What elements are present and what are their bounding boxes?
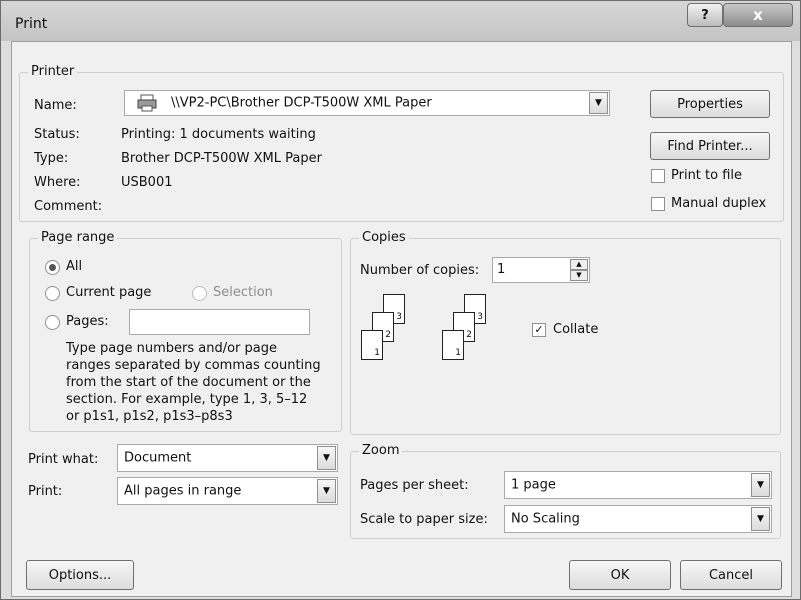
zoom-legend: Zoom [359,443,403,458]
selection-radio[interactable] [192,286,207,301]
printer-icon [137,94,157,112]
copies-spinner[interactable]: 1 ▲ ▼ [492,257,590,283]
close-button[interactable]: x [723,3,793,27]
dialog-body: Printer Name: \\VP2-PC\Brother DCP-T500W… [11,41,792,597]
print-value: All pages in range [124,483,242,499]
collate-checkbox[interactable]: ✓ [532,323,546,337]
printer-name-select[interactable]: \\VP2-PC\Brother DCP-T500W XML Paper ▼ [124,90,610,116]
current-page-radio[interactable] [45,286,60,301]
scale-to-paper-size-label: Scale to paper size: [360,512,488,527]
selection-label[interactable]: Selection [213,285,273,300]
print-select[interactable]: All pages in range ▼ [117,477,338,505]
chevron-down-icon[interactable]: ▼ [589,92,608,114]
cancel-button[interactable]: Cancel [680,560,782,590]
print-to-file-label[interactable]: Print to file [671,168,742,183]
properties-button[interactable]: Properties [650,90,770,118]
print-what-select[interactable]: Document ▼ [117,444,338,472]
pages-radio[interactable] [45,315,60,330]
print-dialog: Print ? x Printer Name: \\VP2-PC\Brother… [0,0,801,600]
dialog-title: Print [15,16,48,32]
chevron-down-icon[interactable]: ▼ [317,479,336,503]
copies-legend: Copies [359,230,409,245]
all-radio-label[interactable]: All [66,259,82,274]
type-value: Brother DCP-T500W XML Paper [121,151,322,166]
pages-per-sheet-value: 1 page [511,477,556,493]
page-range-help-text: Type page numbers and/or page ranges sep… [66,340,321,425]
title-bar[interactable]: Print ? x [1,1,800,41]
manual-duplex-checkbox[interactable] [651,197,665,211]
help-line: ranges separated by commas counting [66,358,321,373]
help-line: Type page numbers and/or page [66,341,277,356]
copies-value: 1 [497,262,506,277]
where-value: USB001 [121,175,173,190]
page-number: 3 [396,312,402,322]
printer-name-value: \\VP2-PC\Brother DCP-T500W XML Paper [171,95,432,111]
where-label: Where: [34,175,81,190]
type-label: Type: [34,151,69,166]
help-line: section. For example, type 1, 3, 5–12 [66,392,308,407]
page-number: 2 [385,330,391,340]
comment-label: Comment: [34,199,103,214]
chevron-down-icon[interactable]: ▼ [317,446,336,470]
collate-page-1: 1 [442,330,464,360]
collate-page-1: 1 [361,330,383,360]
ok-button[interactable]: OK [569,560,671,590]
pages-label[interactable]: Pages: [66,314,109,329]
help-line: from the start of the document or the [66,375,311,390]
print-what-label: Print what: [28,452,99,467]
options-button[interactable]: Options... [26,560,134,590]
page-number: 1 [374,348,380,358]
help-line: or p1s1, p1s2, p1s3–p8s3 [66,409,233,424]
print-to-file-checkbox[interactable] [651,169,665,183]
collate-label[interactable]: Collate [553,322,598,337]
name-label: Name: [34,98,77,113]
status-value: Printing: 1 documents waiting [121,127,316,142]
page-number: 3 [477,312,483,322]
spin-down-icon[interactable]: ▼ [570,270,588,281]
page-number: 1 [455,348,461,358]
chevron-down-icon[interactable]: ▼ [751,473,770,497]
status-label: Status: [34,127,80,142]
printer-legend: Printer [28,64,78,79]
chevron-down-icon[interactable]: ▼ [751,507,770,531]
find-printer-button[interactable]: Find Printer... [650,132,770,160]
pages-per-sheet-select[interactable]: 1 page ▼ [504,471,772,499]
pages-input[interactable] [129,309,310,335]
print-label: Print: [28,484,63,499]
page-number: 2 [466,330,472,340]
help-button[interactable]: ? [687,3,723,27]
number-of-copies-label: Number of copies: [360,263,480,278]
scale-to-paper-size-select[interactable]: No Scaling ▼ [504,505,772,533]
current-page-label[interactable]: Current page [66,285,151,300]
scale-to-paper-size-value: No Scaling [511,511,580,527]
pages-per-sheet-label: Pages per sheet: [360,478,469,493]
manual-duplex-label[interactable]: Manual duplex [671,196,766,211]
all-radio[interactable] [45,260,60,275]
print-what-value: Document [124,450,192,466]
spin-up-icon[interactable]: ▲ [570,259,588,270]
page-range-legend: Page range [38,230,118,245]
